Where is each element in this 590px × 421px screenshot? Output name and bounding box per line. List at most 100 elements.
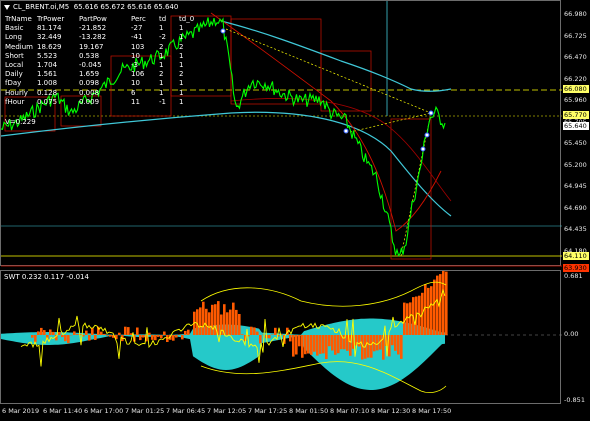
swt-histogram-bar (100, 331, 103, 335)
indicator-title: SWT 0.232 0.117 -0.014 (4, 273, 89, 281)
swt-histogram-bar (268, 335, 271, 339)
table-row: Daily 1.561 1.659 106 2 2 (5, 70, 198, 79)
swt-histogram-bar (124, 326, 127, 335)
price-tick-label: 66.470 (564, 53, 587, 61)
swt-histogram-bar (58, 332, 61, 335)
swt-histogram-bar (178, 334, 181, 335)
signal-marker (424, 132, 430, 138)
price-marker-label: 65.640 (563, 122, 589, 130)
table-cell: 6 (131, 88, 136, 97)
swt-histogram-bar (304, 335, 307, 355)
swt-histogram-bar (49, 329, 52, 335)
table-cell: 0.128 (37, 88, 58, 97)
swt-histogram-bar (358, 335, 361, 347)
swt-histogram-bar (271, 334, 274, 335)
swt-histogram-bar (376, 335, 379, 351)
swt-histogram-bar (73, 331, 76, 335)
table-cell: 1 (159, 24, 164, 33)
table-row: Local 1.704 -0.045 -3 1 1 (5, 61, 198, 70)
swt-histogram-bar (88, 335, 91, 341)
table-cell: Long (5, 33, 22, 42)
swt-histogram-bar (175, 335, 178, 338)
table-cell: -1 (159, 97, 166, 106)
table-cell: Basic (5, 24, 24, 33)
swt-histogram-bar (334, 335, 337, 355)
price-tick-label: 66.220 (564, 74, 587, 83)
swt-histogram-bar (337, 335, 340, 354)
swt-histogram-bar (196, 309, 199, 335)
signal-marker (220, 28, 226, 34)
table-cell: 2 (159, 70, 164, 79)
swt-histogram-bar (298, 335, 301, 347)
table-cell: 2 (179, 70, 184, 79)
swt-histogram-bar (172, 335, 175, 341)
table-cell: -27 (131, 24, 143, 33)
table-cell: -13.282 (79, 33, 107, 42)
swt-histogram-bar (34, 335, 37, 343)
table-cell: Medium (5, 42, 33, 51)
swt-histogram-bar (160, 335, 163, 339)
swt-histogram-bar (367, 335, 370, 358)
price-marker-label: 64.110 (563, 252, 589, 260)
price-tick-label: 65.200 (564, 160, 587, 169)
table-cell: -2 (159, 33, 166, 42)
table-cell: Hourly (5, 88, 28, 97)
swt-histogram-bar (400, 335, 403, 359)
table-row: fDay 1.008 0.098 10 1 1 (5, 79, 198, 88)
swt-histogram-bar (238, 314, 241, 335)
envelope-line (230, 97, 452, 202)
swt-histogram-bar (148, 332, 151, 335)
table-cell: 106 (131, 70, 145, 79)
swt-histogram-bar (166, 335, 169, 342)
price-tick-label: 66.980 (564, 10, 587, 18)
table-cell: 0.008 (79, 88, 100, 97)
dropdown-triangle-icon (4, 4, 10, 10)
swt-histogram-bar (370, 335, 373, 358)
swt-histogram-bar (310, 335, 313, 355)
table-cell: 1 (179, 33, 184, 42)
swt-histogram-bar (391, 335, 394, 346)
table-cell: Daily (5, 70, 23, 79)
swt-histogram-bar (331, 335, 334, 351)
swt-histogram-bar (40, 327, 43, 335)
table-cell: -0.045 (79, 61, 102, 70)
price-axis[interactable]: 66.98066.72566.47066.22065.96065.70565.4… (561, 0, 590, 272)
swt-histogram-bar (67, 335, 70, 344)
swt-histogram-bar (241, 334, 244, 335)
swt-histogram-bar (103, 333, 106, 335)
table-cell: 10 (131, 79, 140, 88)
swt-histogram-bar (316, 335, 319, 356)
swt-histogram-bar (208, 312, 211, 335)
swt-histogram-bar (52, 331, 55, 335)
swt-histogram-bar (394, 335, 397, 351)
swt-histogram-bar (31, 335, 34, 338)
table-cell: 11 (131, 97, 140, 106)
indicator-tick-label: 0.681 (564, 272, 583, 280)
time-tick-label: 7 Mar 06:45 (166, 407, 206, 415)
swt-indicator-pane[interactable]: SWT 0.232 0.117 -0.014 (0, 270, 562, 404)
price-marker-label: 65.770 (563, 111, 589, 119)
envelope-line (210, 12, 442, 232)
time-tick-label: 6 Mar 17:00 (84, 407, 124, 415)
swt-histogram-bar (142, 335, 145, 338)
table-cell: fDay (5, 79, 22, 88)
indicator-axis[interactable]: 0.681 0.00 -0.851 (561, 270, 590, 404)
price-chart-pane[interactable]: CL_BRENT.oi,M5 65.616 65.672 65.616 65.6… (0, 0, 562, 267)
swt-histogram-bar (442, 271, 445, 335)
swt-histogram-bar (436, 275, 439, 335)
time-tick-label: 7 Mar 12:05 (207, 407, 247, 415)
swt-histogram-bar (232, 302, 235, 335)
table-cell: 18.629 (37, 42, 62, 51)
table-cell: 81.174 (37, 24, 62, 33)
v-value-label: V=0.229 (5, 118, 36, 126)
table-header: TrName (5, 15, 32, 23)
time-axis[interactable]: 6 Mar 2019 6 Mar 11:40 6 Mar 17:00 7 Mar 01… (0, 404, 561, 421)
trend-power-table: TrName TrPower PartPow Perc td td_0 Basi… (5, 15, 198, 107)
swt-histogram-bar (109, 335, 112, 337)
table-cell: 1 (159, 61, 164, 70)
table-cell: -41 (131, 33, 143, 42)
price-marker-label: 66.080 (563, 85, 589, 93)
swt-histogram-bar (292, 335, 295, 357)
swt-histogram-bar (229, 309, 232, 335)
table-cell: Short (5, 51, 24, 60)
